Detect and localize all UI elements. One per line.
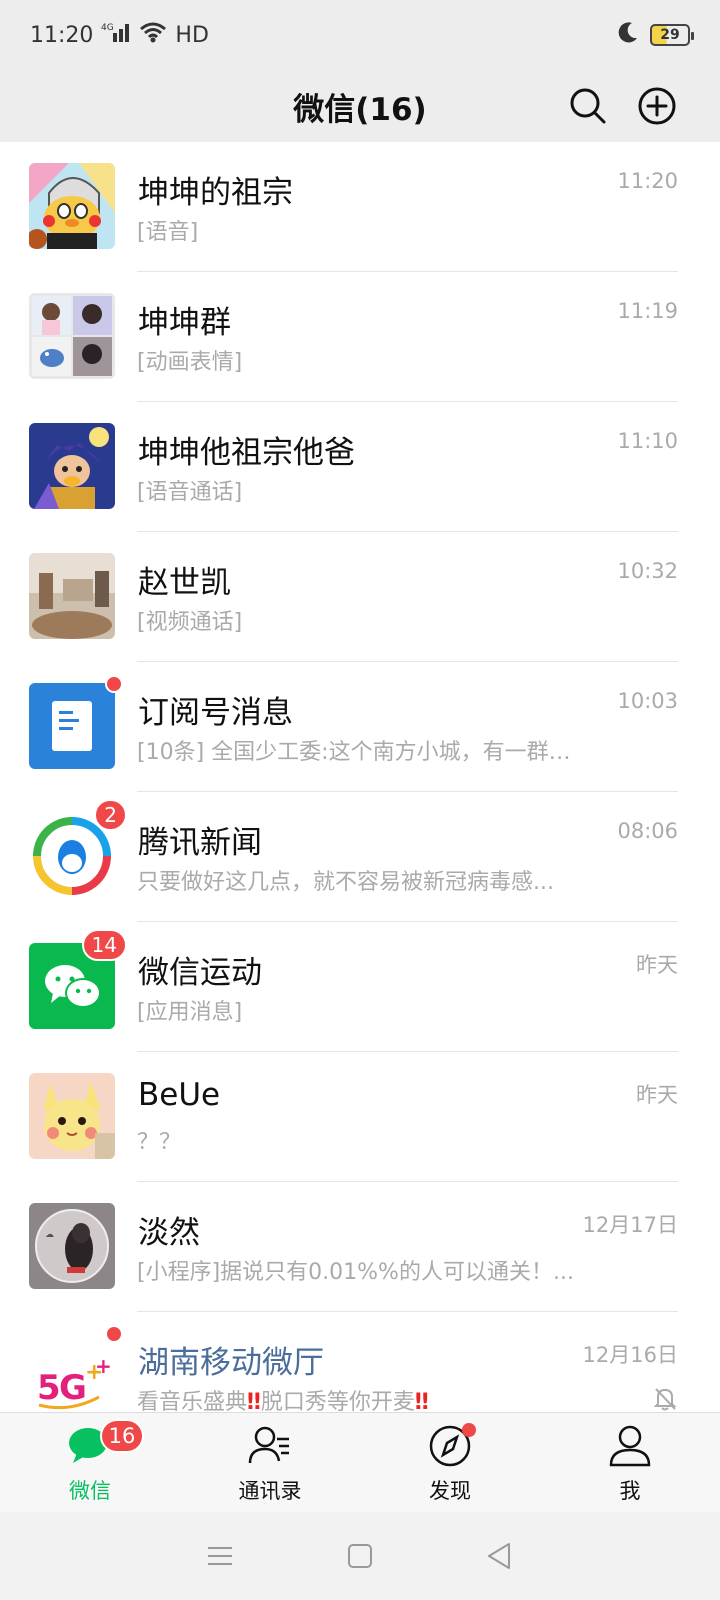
preview-text-a: 看音乐盛典 [137, 1390, 248, 1412]
avatar [29, 553, 115, 639]
tab-label: 发现 [429, 1479, 471, 1503]
chat-time: 08:06 [617, 819, 678, 843]
tab-chats[interactable]: 微信 16 [0, 1413, 180, 1512]
status-bar: 11:20 4G HD 29 [0, 0, 720, 70]
unread-dot [105, 675, 123, 693]
signal-icon: 4G [101, 21, 131, 49]
chat-name: 微信运动 [138, 955, 262, 991]
battery-icon: 29 [650, 24, 694, 46]
chat-row[interactable]: 坤坤他祖宗他爸 [语音通话] 11:10 [0, 402, 720, 532]
chat-time: 10:03 [617, 689, 678, 713]
chat-row[interactable]: 5 G + + 湖南移动微厅 看音乐盛典‼脱口秀等你开麦‼ 12月16日 [0, 1312, 720, 1412]
unread-badge: 14 [81, 929, 127, 961]
chat-name: BeUe [138, 1077, 221, 1113]
chat-time: 12月16日 [582, 1343, 678, 1367]
unread-dot [462, 1423, 476, 1437]
chat-time: 11:10 [617, 429, 678, 453]
chat-time: 10:32 [617, 559, 678, 583]
chat-preview: 只要做好这几点，就不容易被新冠病毒感... [137, 870, 554, 895]
chat-row[interactable]: ☁ 淡然 [小程序]据说只有0.01%%的人可以通关！... 12月17日 [0, 1182, 720, 1312]
5g-logo: 5 G + + [29, 1333, 115, 1412]
person-icon [607, 1423, 653, 1469]
battery-level: 29 [660, 27, 680, 43]
subscription-icon [29, 683, 115, 769]
system-nav-bar [0, 1512, 720, 1600]
status-time: 11:20 [30, 22, 94, 48]
search-icon[interactable] [568, 86, 608, 126]
unread-dot [105, 1325, 123, 1343]
chat-row[interactable]: 14 微信运动 [应用消息] 昨天 [0, 922, 720, 1052]
chat-row[interactable]: 赵世凯 [视频通话] 10:32 [0, 532, 720, 662]
exclamation-mark: ‼ [247, 1390, 261, 1412]
chat-preview: [应用消息] [137, 1000, 243, 1025]
avatar [29, 423, 115, 509]
chat-row[interactable]: 2 腾讯新闻 只要做好这几点，就不容易被新冠病毒感... 08:06 [0, 792, 720, 922]
tab-label: 微信 [69, 1479, 111, 1503]
chat-preview: [小程序]据说只有0.01%%的人可以通关！... [137, 1260, 574, 1285]
chat-time: 12月17日 [582, 1213, 678, 1237]
chat-row[interactable]: 订阅号消息 [10条] 全国少工委:这个南方小城，有一群“... 10:03 [0, 662, 720, 792]
chat-time: 11:20 [617, 169, 678, 193]
chat-row[interactable]: 坤坤群 [动画表情] 11:19 [0, 272, 720, 402]
exclamation-mark: ‼ [414, 1390, 429, 1412]
tab-contacts[interactable]: 通讯录 [180, 1413, 360, 1512]
avatar: ☁ [29, 1203, 115, 1289]
chat-name: 淡然 [138, 1215, 200, 1251]
chat-preview: [语音] [137, 220, 199, 245]
tab-bar: 微信 16 通讯录 发现 我 [0, 1412, 720, 1512]
chat-time: 11:19 [617, 299, 678, 323]
moon-icon [616, 20, 640, 50]
chat-name: 赵世凯 [138, 565, 231, 601]
page-title: 微信(16) [293, 91, 427, 128]
tab-label: 通讯录 [238, 1479, 302, 1503]
chat-preview: [视频通话] [137, 610, 243, 635]
chat-time: 昨天 [636, 1083, 678, 1107]
preview-text-b: 脱口秀等你开麦 [260, 1390, 415, 1412]
chat-name: 坤坤他祖宗他爸 [138, 435, 355, 471]
chat-name: 订阅号消息 [138, 695, 293, 731]
chat-preview: [动画表情] [137, 350, 243, 375]
chat-name: 腾讯新闻 [138, 825, 262, 861]
svg-text:G: G [59, 1368, 87, 1408]
chat-preview: 看音乐盛典‼脱口秀等你开麦‼ [137, 1384, 429, 1412]
tab-discover[interactable]: 发现 [360, 1413, 540, 1512]
tab-badge: 16 [100, 1419, 144, 1453]
avatar [29, 1073, 115, 1159]
svg-text:5: 5 [37, 1368, 61, 1408]
chat-row[interactable]: BeUe ？？ 昨天 [0, 1052, 720, 1182]
back-icon[interactable] [483, 1539, 517, 1573]
svg-text:+: + [95, 1354, 112, 1378]
wifi-icon [139, 21, 167, 49]
group-avatar [29, 293, 115, 379]
add-icon[interactable] [637, 86, 677, 126]
tab-label: 我 [619, 1479, 641, 1503]
chat-row[interactable]: 坤坤的祖宗 [语音] 11:20 [0, 142, 720, 272]
hd-label: HD [175, 22, 209, 48]
network-label: 4G [101, 23, 114, 33]
contacts-icon [247, 1423, 293, 1469]
mute-bell-icon [652, 1386, 678, 1412]
chat-name: 坤坤的祖宗 [138, 175, 293, 211]
svg-text:☁: ☁ [45, 1230, 54, 1240]
chat-preview: ？？ [137, 1130, 182, 1155]
chat-name: 坤坤群 [138, 305, 231, 341]
avatar [29, 163, 115, 249]
chat-list: 坤坤的祖宗 [语音] 11:20 坤坤群 [动画表情] 11:19 坤坤他祖宗他… [0, 142, 720, 1412]
chat-preview: [语音通话] [137, 480, 243, 505]
header: 微信(16) [0, 70, 720, 142]
home-icon[interactable] [343, 1539, 377, 1573]
chat-time: 昨天 [636, 953, 678, 977]
menu-icon[interactable] [203, 1539, 237, 1573]
tab-me[interactable]: 我 [540, 1413, 720, 1512]
chat-name: 湖南移动微厅 [138, 1345, 324, 1381]
unread-badge: 2 [94, 799, 127, 831]
chat-preview: [10条] 全国少工委:这个南方小城，有一群“... [137, 740, 577, 765]
